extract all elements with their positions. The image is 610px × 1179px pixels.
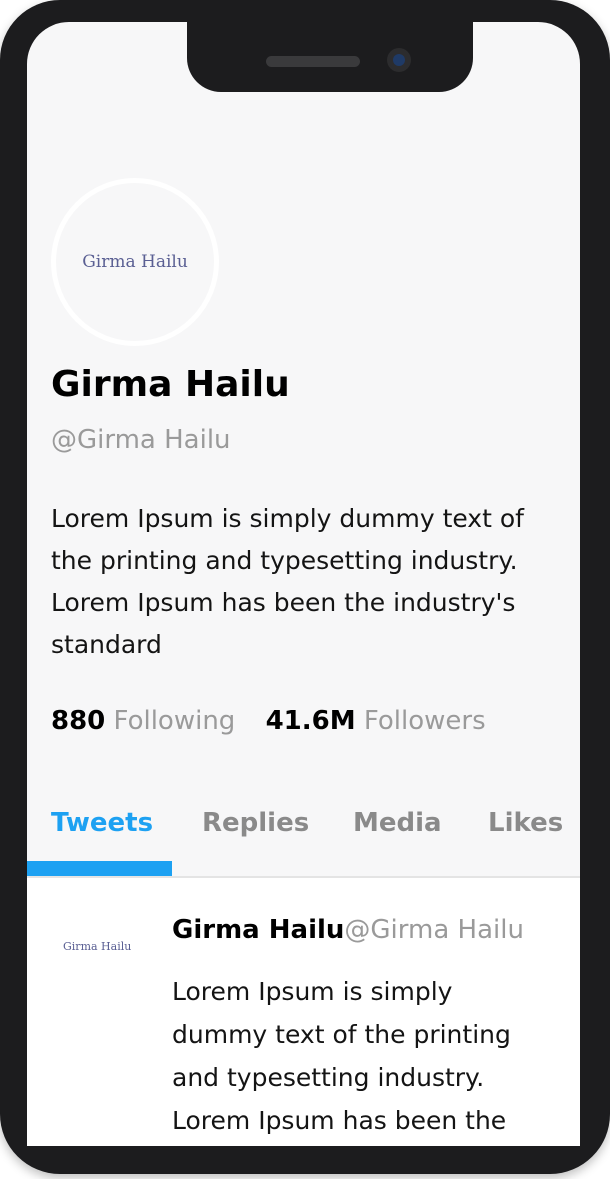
tweet-avatar[interactable]: Girma Hailu [63,940,131,953]
camera-icon [387,48,411,72]
tab-likes[interactable]: Likes [488,808,563,838]
followers-stat[interactable]: 41.6M Followers [266,706,486,736]
tweet-header: Girma Hailu@Girma Hailu [172,915,524,945]
followers-count: 41.6M [265,706,356,736]
tab-tweets[interactable]: Tweets [51,808,153,838]
following-label: Following [113,706,236,736]
phone-notch [187,22,473,92]
tweet-body: Lorem Ipsum is simply dummy text of the … [172,977,511,1135]
tweet-author-handle: @Girma Hailu [344,915,524,945]
following-stat[interactable]: 880 Following [51,706,235,736]
phone-screen: Girma Hailu Girma Hailu @Girma Hailu Lor… [27,22,580,1146]
profile-avatar[interactable]: Girma Hailu [51,178,219,346]
profile-stats: 880 Following 41.6M Followers [51,706,508,736]
following-count: 880 [51,706,106,736]
active-tab-indicator [27,861,172,876]
profile-tabs: Tweets Replies Media Likes [27,792,580,878]
tab-media[interactable]: Media [353,808,442,838]
speaker-grille [266,56,360,67]
phone-frame: Girma Hailu Girma Hailu @Girma Hailu Lor… [0,0,610,1174]
tab-replies[interactable]: Replies [202,808,309,838]
followers-label: Followers [363,706,486,736]
tweet-feed: Girma Hailu Girma Hailu@Girma Hailu Lore… [27,878,580,1146]
avatar-alt-text: Girma Hailu [82,252,188,272]
profile-handle: @Girma Hailu [51,425,231,455]
profile-bio: Lorem Ipsum is simply dummy text of the … [51,504,524,659]
profile-name: Girma Hailu [51,364,290,405]
tweet-author-name[interactable]: Girma Hailu [172,915,344,945]
